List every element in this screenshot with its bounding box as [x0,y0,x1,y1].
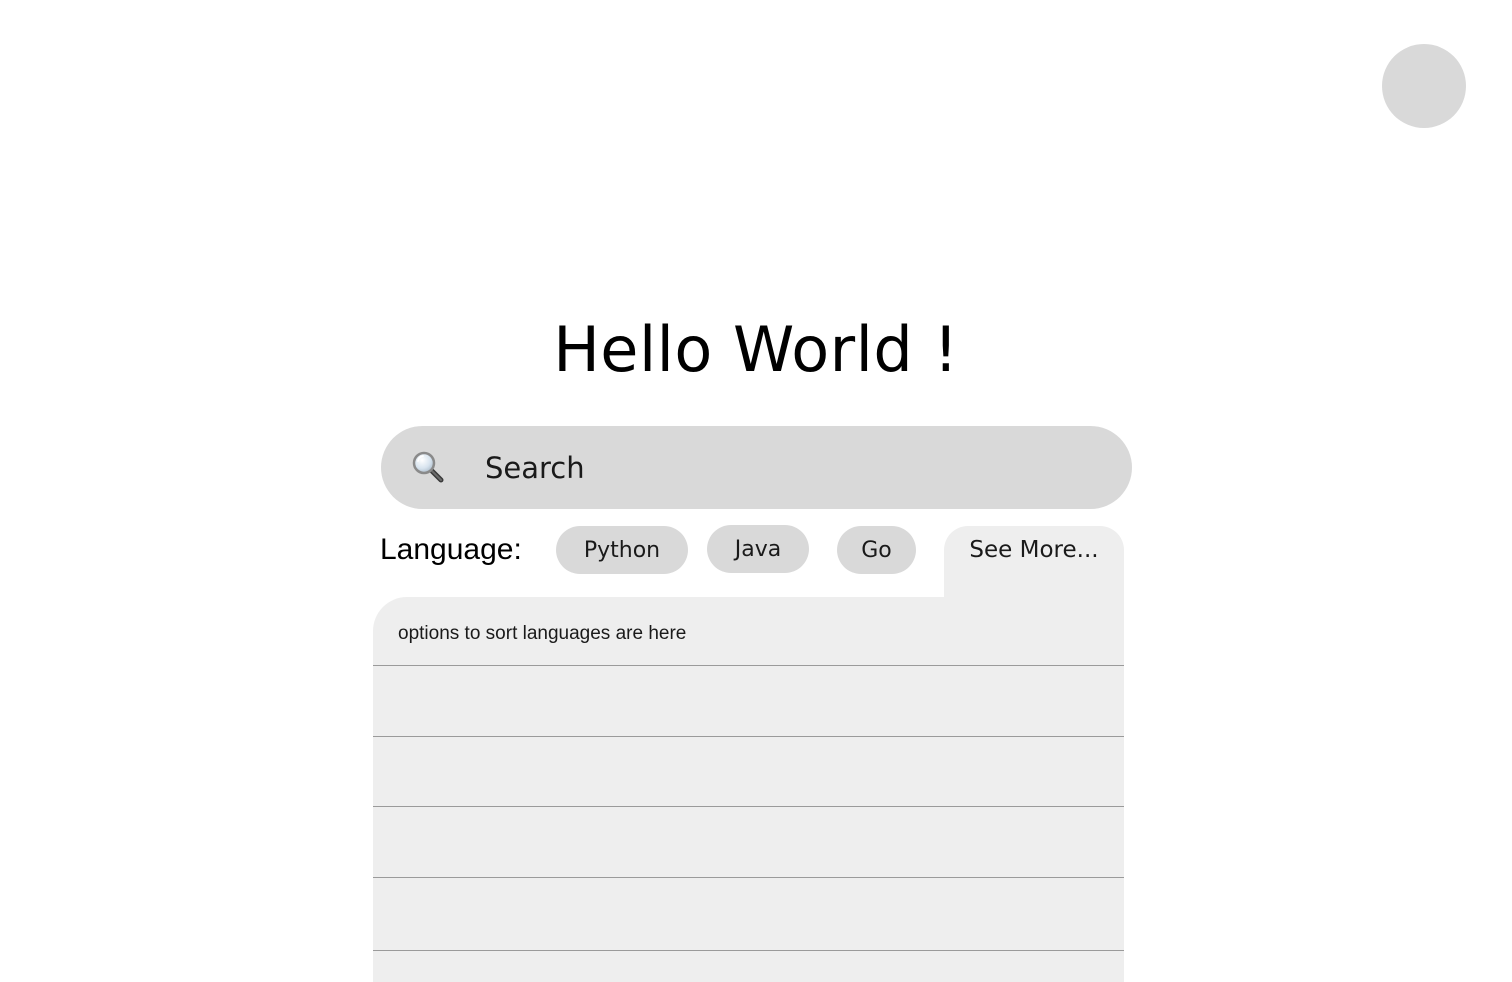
sort-options-text: options to sort languages are here [398,623,687,644]
language-filter-label: Language: [380,533,522,566]
avatar[interactable] [1382,44,1466,128]
see-more-button[interactable]: See More... [944,526,1124,601]
sort-options-header: options to sort languages are here [373,597,1124,666]
list-item[interactable] [373,878,1124,951]
page: Hello World ! Language: Python Java Go [0,0,1512,982]
search-input[interactable] [485,446,1105,490]
list-item[interactable] [373,951,1124,982]
list-item[interactable] [373,807,1124,878]
list-item[interactable] [373,666,1124,737]
language-chip-java[interactable]: Java [707,525,809,573]
language-chip-go[interactable]: Go [837,526,916,574]
language-chip-python[interactable]: Python [556,526,688,574]
page-title: Hello World ! [553,313,959,386]
sort-options-panel: options to sort languages are here [373,597,1124,982]
list-item[interactable] [373,737,1124,807]
search-icon [411,450,445,484]
search-bar[interactable] [381,426,1132,509]
